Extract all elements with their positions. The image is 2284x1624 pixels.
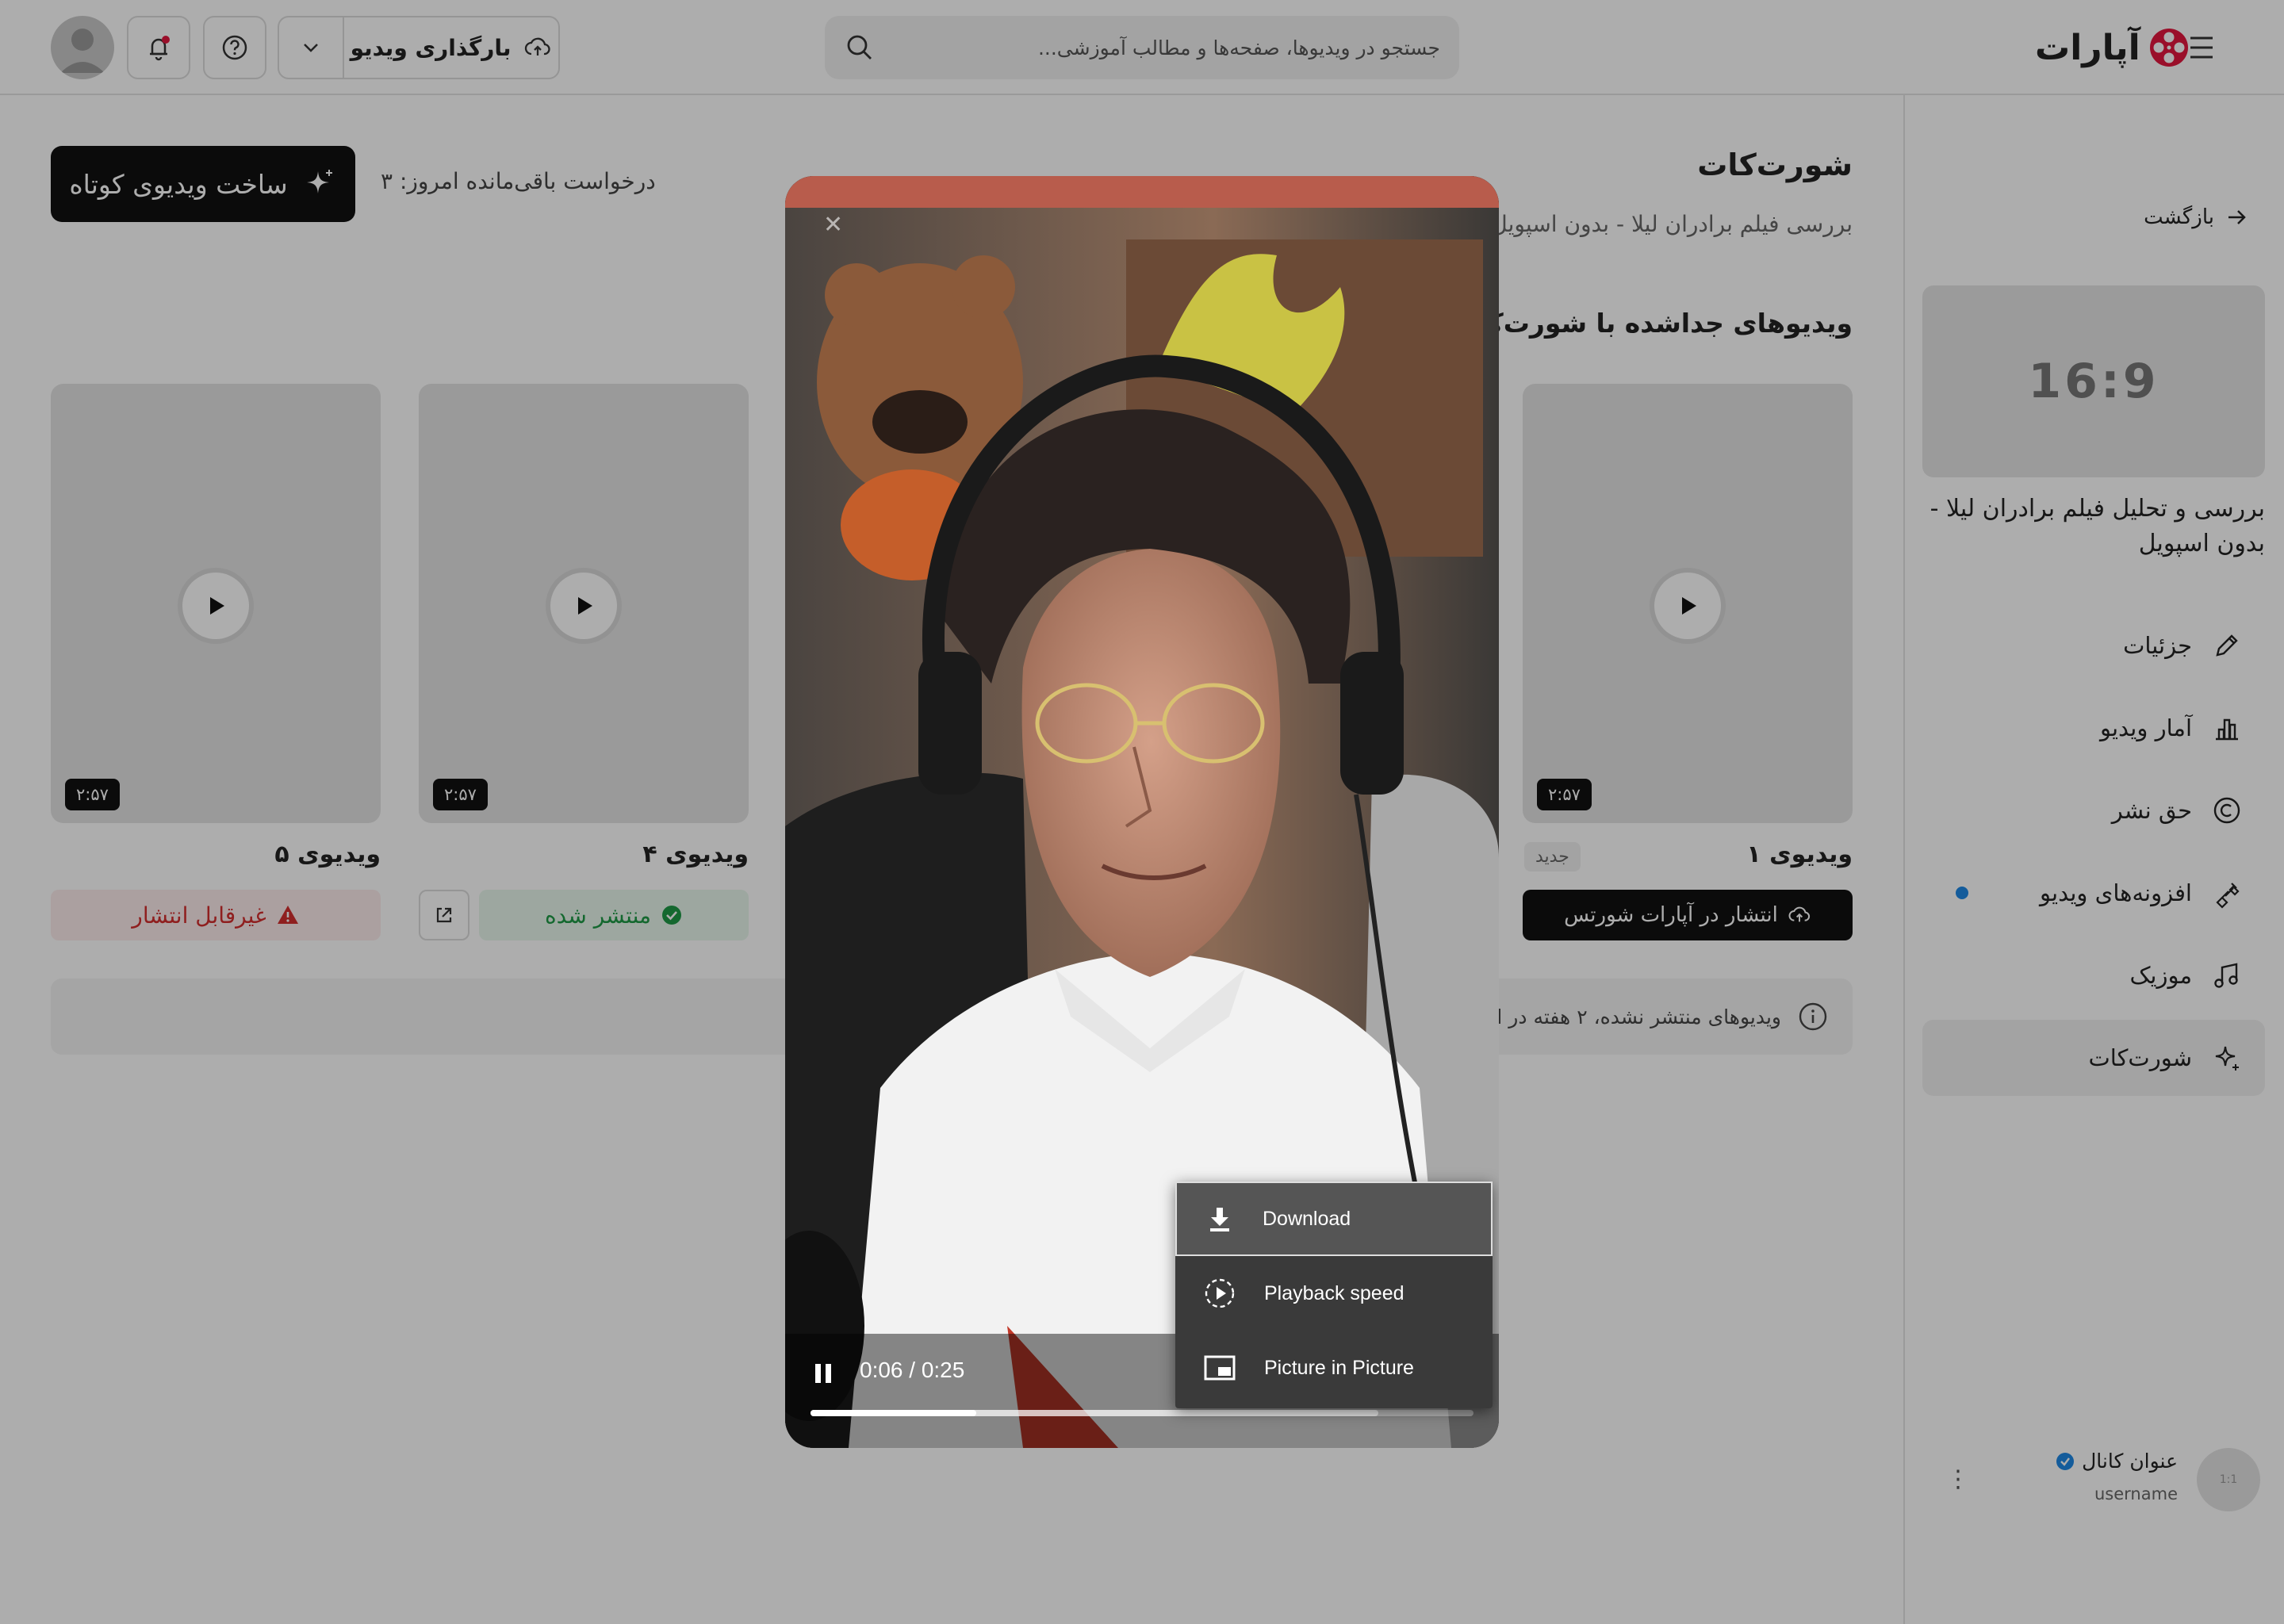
progress-bar[interactable] xyxy=(811,1410,1473,1416)
menu-item-picture-in-picture[interactable]: Picture in Picture xyxy=(1175,1331,1493,1405)
menu-item-playback-speed[interactable]: Playback speed xyxy=(1175,1256,1493,1331)
pause-button[interactable] xyxy=(809,1358,837,1389)
download-icon xyxy=(1204,1203,1236,1235)
player-context-menu: Download Playback speed Picture in Pictu… xyxy=(1175,1182,1493,1408)
video-player[interactable]: ✕ 0:06 / 0:25 Download Playback speed Pi… xyxy=(785,176,1499,1448)
picture-in-picture-icon xyxy=(1202,1350,1237,1385)
close-icon[interactable]: ✕ xyxy=(823,211,843,239)
pause-icon xyxy=(809,1358,837,1389)
menu-item-label: Playback speed xyxy=(1264,1281,1405,1304)
menu-item-download[interactable]: Download xyxy=(1175,1182,1493,1256)
menu-item-label: Download xyxy=(1263,1207,1351,1230)
time-display: 0:06 / 0:25 xyxy=(860,1358,965,1382)
played-bar xyxy=(811,1410,976,1416)
playback-speed-icon xyxy=(1202,1276,1237,1311)
menu-item-label: Picture in Picture xyxy=(1264,1356,1414,1379)
